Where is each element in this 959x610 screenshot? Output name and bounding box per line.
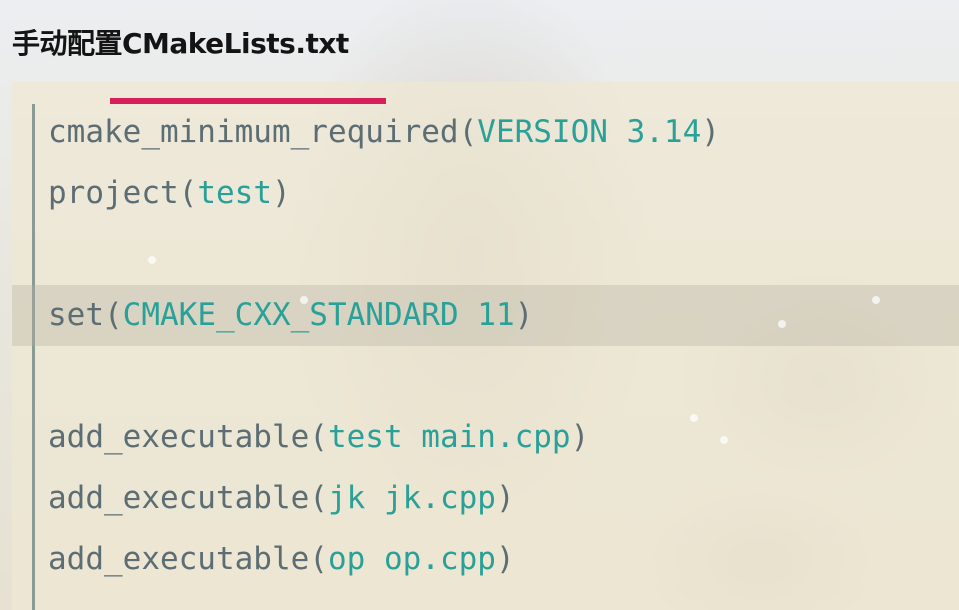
- page-title: 手动配置CMakeLists.txt: [12, 27, 349, 60]
- code-arguments: test: [197, 175, 272, 211]
- sparkle-decoration: [720, 436, 728, 444]
- sparkle-decoration: [872, 296, 880, 304]
- code-paren-open: (: [309, 541, 328, 577]
- code-function: add_executable: [48, 480, 310, 516]
- code-function: add_executable: [48, 541, 310, 577]
- code-arguments: CMAKE_CXX_STANDARD 11: [122, 297, 515, 333]
- code-paren-open: (: [309, 419, 328, 455]
- code-arguments: op op.cpp: [327, 541, 496, 577]
- code-line-1: cmake_minimum_required(VERSION 3.14): [12, 102, 959, 163]
- code-paren-close: ): [495, 480, 515, 516]
- code-paren-open: (: [178, 175, 198, 211]
- code-function: set: [48, 297, 104, 333]
- code-paren-close: ): [570, 419, 590, 455]
- code-paren-close: ): [271, 175, 291, 211]
- code-line-3: [12, 224, 959, 285]
- code-line-8: add_executable(op op.cpp): [12, 529, 959, 590]
- code-arguments: jk jk.cpp: [327, 480, 496, 516]
- code-block: cmake_minimum_required(VERSION 3.14) pro…: [12, 82, 959, 610]
- code-line-4: set(CMAKE_CXX_STANDARD 11): [12, 285, 959, 346]
- code-paren-close: ): [514, 297, 534, 333]
- sparkle-decoration: [778, 320, 786, 328]
- code-paren-close: ): [701, 114, 720, 150]
- code-line-7: add_executable(jk jk.cpp): [12, 468, 959, 529]
- code-line-5: [12, 346, 959, 407]
- code-line-6: add_executable(test main.cpp): [12, 407, 959, 468]
- code-paren-close: ): [495, 541, 515, 577]
- code-paren-open: (: [309, 480, 328, 516]
- sparkle-decoration: [690, 414, 698, 422]
- code-paren-open: (: [458, 114, 478, 150]
- code-lines: cmake_minimum_required(VERSION 3.14) pro…: [12, 102, 959, 590]
- code-line-2: project(test): [12, 163, 959, 224]
- code-function: add_executable: [48, 419, 310, 455]
- sparkle-decoration: [300, 296, 308, 304]
- code-paren-open: (: [104, 297, 123, 333]
- code-arguments: test main.cpp: [327, 419, 571, 455]
- sparkle-decoration: [148, 256, 156, 264]
- code-function: cmake_minimum_required: [48, 114, 459, 150]
- code-function: project: [48, 175, 179, 211]
- code-arguments: VERSION 3.14: [477, 114, 702, 150]
